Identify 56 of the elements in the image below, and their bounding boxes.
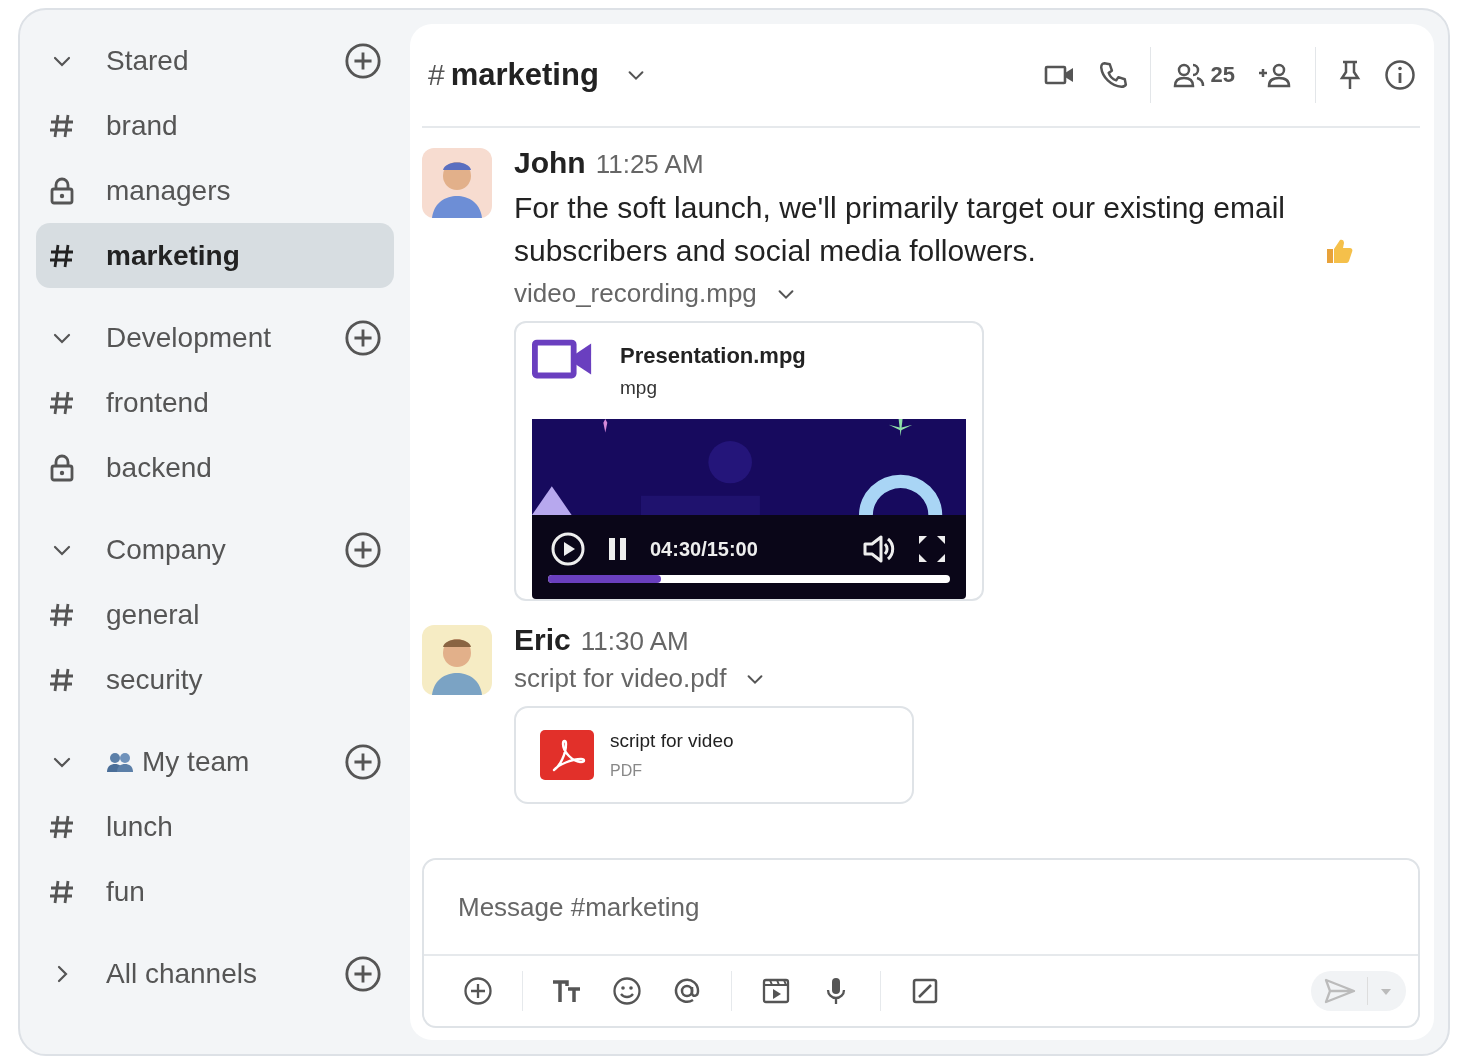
message-text: For the soft launch, we'll primarily target our existing email subscribers and social media followers. bbox=[514, 190, 1287, 269]
section-title[interactable]: All channels bbox=[106, 957, 344, 990]
channel-item[interactable]: lunch bbox=[36, 794, 394, 859]
hash-prefix: # bbox=[428, 58, 445, 92]
author-name: Eric bbox=[514, 623, 571, 657]
channel-item[interactable]: marketing bbox=[36, 223, 394, 288]
smiley-icon[interactable] bbox=[611, 975, 643, 1007]
channel-item[interactable]: brand bbox=[36, 93, 394, 158]
channel-item[interactable]: managers bbox=[36, 158, 394, 223]
info-icon[interactable] bbox=[1384, 59, 1416, 91]
avatar[interactable] bbox=[422, 625, 492, 695]
file-card[interactable]: script for video PDF bbox=[514, 706, 914, 804]
people-icon bbox=[106, 750, 134, 773]
file-title: script for video bbox=[610, 730, 734, 752]
fullscreen-icon[interactable] bbox=[916, 533, 948, 565]
text-format-icon[interactable] bbox=[551, 977, 583, 1005]
add-icon[interactable] bbox=[344, 742, 382, 781]
channel-item[interactable]: backend bbox=[36, 435, 394, 500]
pdf-icon bbox=[540, 730, 594, 780]
channel-item[interactable]: general bbox=[36, 582, 394, 647]
add-icon[interactable] bbox=[344, 530, 382, 569]
section-title[interactable]: My team bbox=[142, 745, 344, 778]
pin-icon[interactable] bbox=[1338, 60, 1362, 90]
progress-track[interactable] bbox=[548, 575, 950, 583]
section-title[interactable]: Company bbox=[106, 533, 344, 566]
file-title: Presentation.mpg bbox=[620, 343, 806, 369]
attachment-name: script for video.pdf bbox=[514, 663, 727, 694]
channel-item[interactable]: frontend bbox=[36, 370, 394, 435]
section-title[interactable]: Stared bbox=[106, 44, 344, 77]
avatar[interactable] bbox=[422, 148, 492, 218]
add-icon[interactable] bbox=[344, 318, 382, 357]
members-button[interactable]: 25 bbox=[1172, 62, 1235, 88]
playback-time: 04:30/15:00 bbox=[650, 537, 758, 561]
add-icon[interactable] bbox=[462, 975, 494, 1007]
channel-item[interactable]: fun bbox=[36, 859, 394, 924]
send-icon bbox=[1323, 977, 1357, 1005]
lock-icon bbox=[48, 176, 76, 205]
author-name: John bbox=[514, 146, 586, 180]
add-icon[interactable] bbox=[344, 41, 382, 80]
file-type: PDF bbox=[610, 762, 643, 780]
file-type: mpg bbox=[620, 377, 658, 399]
video-camera-icon bbox=[532, 337, 594, 381]
lock-icon bbox=[48, 453, 76, 482]
play-icon[interactable] bbox=[550, 531, 586, 567]
message-time: 11:25 AM bbox=[595, 149, 704, 180]
section-title[interactable]: Development bbox=[106, 321, 344, 354]
channel-title: marketing bbox=[450, 57, 599, 93]
add-icon[interactable] bbox=[344, 954, 382, 993]
attachment-name: video_recording.mpg bbox=[514, 278, 757, 309]
video-camera-icon[interactable] bbox=[1043, 63, 1076, 87]
phone-icon[interactable] bbox=[1097, 60, 1128, 90]
message-time: 11:30 AM bbox=[580, 626, 689, 657]
volume-icon[interactable] bbox=[862, 534, 896, 564]
channel-item[interactable]: security bbox=[36, 647, 394, 712]
people-icon bbox=[1172, 62, 1205, 88]
add-person-icon[interactable] bbox=[1257, 62, 1293, 88]
